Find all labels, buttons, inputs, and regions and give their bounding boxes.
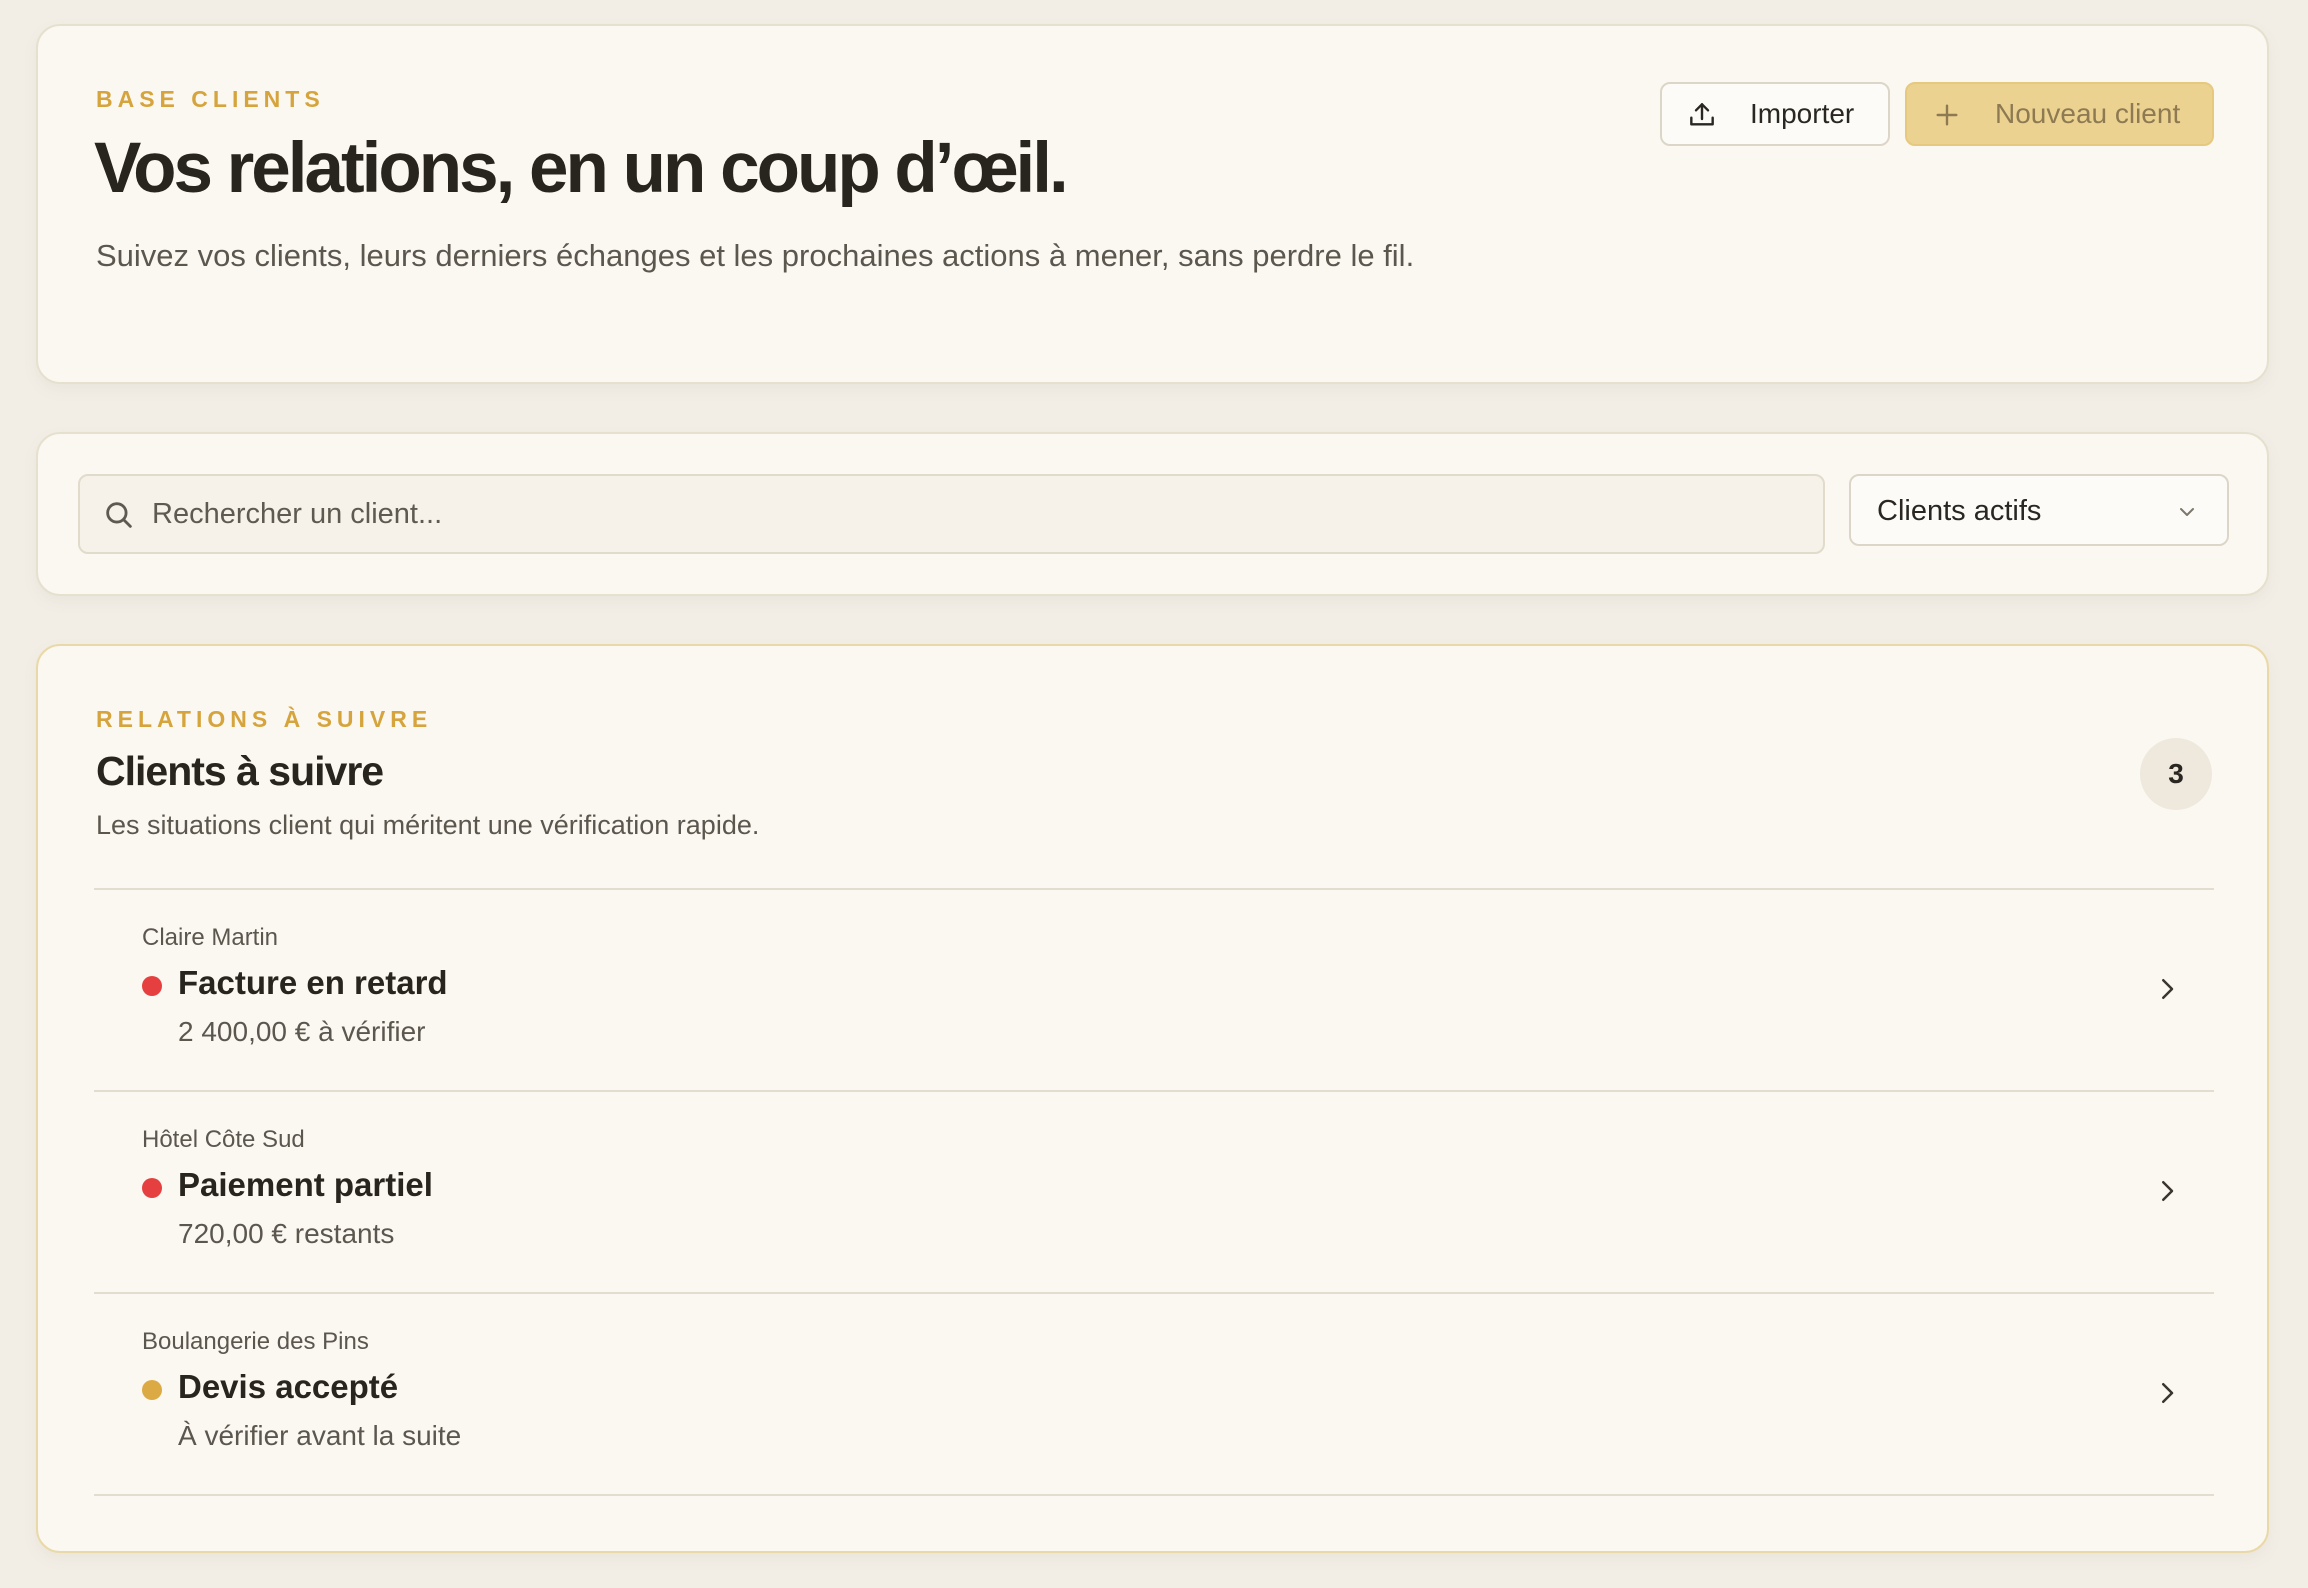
list-item[interactable]: Boulangerie des Pins Devis accepté À vér… [94,1294,2214,1496]
search-box [78,474,1825,554]
section-eyebrow: BASE CLIENTS [96,86,325,112]
followup-list: Claire Martin Facture en retard 2 400,00… [94,888,2214,1496]
status-dot [142,1178,162,1198]
search-input[interactable] [152,476,1802,552]
status-label: Devis accepté [178,1368,399,1405]
chevron-right-icon [2162,979,2174,999]
count-badge: 3 [2140,738,2212,810]
list-item[interactable]: Claire Martin Facture en retard 2 400,00… [94,890,2214,1092]
page-description: Suivez vos clients, leurs derniers échan… [96,238,1415,273]
chevron-down-icon [2180,508,2194,516]
header-card: BASE CLIENTS Vos relations, en un coup d… [36,24,2269,384]
followup-card: RELATIONS À SUIVRE Clients à suivre Les … [36,644,2269,1553]
import-button[interactable]: Importer [1660,82,1890,146]
client-status-select[interactable]: Clients actifs [1849,474,2229,546]
status-detail: 2 400,00 € à vérifier [178,1016,426,1047]
followup-title: Clients à suivre [96,748,384,794]
new-client-button[interactable]: Nouveau client [1905,82,2214,146]
followup-description: Les situations client qui méritent une v… [96,810,760,840]
status-label: Paiement partiel [178,1166,433,1203]
client-name: Boulangerie des Pins [142,1328,369,1355]
status-dot [142,1380,162,1400]
client-name: Hôtel Côte Sud [142,1126,305,1153]
status-detail: 720,00 € restants [178,1218,395,1249]
chevron-right-icon [2162,1383,2174,1403]
status-detail: À vérifier avant la suite [178,1420,462,1451]
new-client-button-label: Nouveau client [1995,98,2181,129]
section-eyebrow: RELATIONS À SUIVRE [96,706,433,732]
page-title: Vos relations, en un coup d’œil. [94,129,1069,208]
upload-icon [1690,103,1714,126]
list-item[interactable]: Hôtel Côte Sud Paiement partiel 720,00 €… [94,1092,2214,1294]
chevron-right-icon [2162,1181,2174,1201]
status-label: Facture en retard [178,964,448,1001]
plus-icon [1936,104,1958,126]
client-name: Claire Martin [142,924,279,951]
search-icon [106,502,132,528]
search-card: Clients actifs [36,432,2269,596]
client-status-select-value: Clients actifs [1877,495,2042,527]
status-dot [142,976,162,996]
import-button-label: Importer [1750,98,1855,129]
